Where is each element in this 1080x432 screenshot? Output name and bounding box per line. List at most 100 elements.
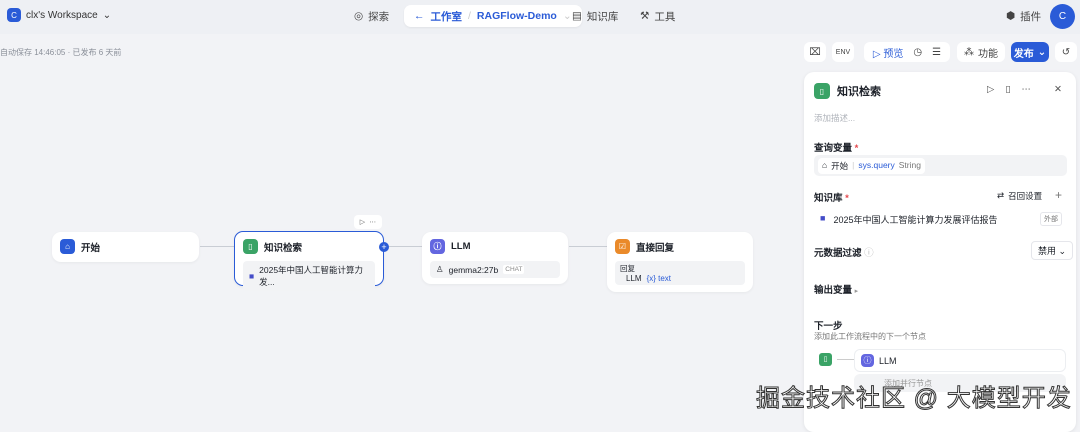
- nav-knowledge[interactable]: ▤ 知识库: [572, 6, 618, 26]
- env-button[interactable]: ENV: [832, 42, 854, 62]
- chevron-right-icon: ▸: [854, 288, 859, 295]
- checklist-icon: ⌧: [809, 46, 821, 58]
- metadata-label: 元数据过滤: [814, 248, 862, 259]
- add-dataset-icon[interactable]: +: [1055, 188, 1062, 202]
- workspace-name: clx's Workspace: [26, 9, 98, 21]
- output-label: 输出变量: [814, 285, 853, 296]
- node-title: 直接回复: [636, 242, 675, 254]
- node-knowledge-retrieval[interactable]: ▯ 知识检索 ■ 2025年中国人工智能计算力发... +: [234, 231, 389, 291]
- query-node: 开始: [831, 161, 849, 171]
- nav-explore-label: 探索: [368, 10, 390, 23]
- recall-label: 召回设置: [1008, 191, 1043, 201]
- book-icon: ▯: [243, 239, 258, 254]
- add-node-icon[interactable]: +: [379, 242, 389, 252]
- breadcrumb-app[interactable]: RAGFlow-Demo: [477, 10, 557, 22]
- breadcrumb: ← 工作室 / RAGFlow-Demo ⌄: [404, 5, 582, 27]
- more-icon[interactable]: ⋯: [369, 218, 376, 226]
- preview-label: 预览: [883, 48, 904, 60]
- book-icon: ▤: [572, 10, 582, 22]
- breadcrumb-studio[interactable]: 工作室: [431, 9, 463, 24]
- features-label: 功能: [978, 48, 998, 60]
- folder-icon: ■: [820, 213, 826, 223]
- query-var: sys.query: [858, 160, 895, 170]
- dataset-name: 2025年中国人工智能计算力发展评估报告: [833, 215, 998, 225]
- book-icon: ▯: [814, 83, 830, 99]
- panel-title: 知识检索: [837, 86, 881, 98]
- node-toolbar: ▷ ⋯: [354, 215, 382, 229]
- edge: [384, 246, 422, 247]
- back-arrow-icon[interactable]: ←: [414, 10, 425, 22]
- description-input[interactable]: 添加描述...: [814, 112, 855, 124]
- next-step-label: 下一步: [814, 321, 843, 332]
- sliders-icon: ⇄: [997, 190, 1005, 200]
- book-icon: ▯: [819, 353, 832, 366]
- query-variable-field[interactable]: ⌂ 开始 | sys.query String: [814, 155, 1067, 176]
- history-icon: ↺: [1061, 46, 1071, 58]
- panel-actions: ▷ ▯ ⋯ ✕: [987, 84, 1062, 95]
- dataset-item[interactable]: ■ 2025年中国人工智能计算力发展评估报告: [820, 213, 997, 226]
- next-node-llm[interactable]: ⓘ LLM: [854, 349, 1066, 372]
- top-bar: C clx's Workspace ⌄ ◎ 探索 ← 工作室 / RAGFlow-D…: [0, 0, 1080, 34]
- dataset-tag: 外部: [1040, 212, 1062, 226]
- docs-icon[interactable]: ▯: [1005, 84, 1010, 95]
- chevron-down-icon[interactable]: ⌄: [563, 10, 572, 22]
- node-start[interactable]: ⌂ 开始: [52, 232, 199, 262]
- output-variables-toggle[interactable]: 输出变量 ▸: [814, 282, 858, 296]
- nav-explore[interactable]: ◎ 探索: [354, 6, 389, 26]
- llm-icon: ⓘ: [430, 239, 445, 254]
- checklist-button[interactable]: ⌧: [804, 42, 826, 62]
- node-answer[interactable]: ☑ 直接回复 回复 LLM {x} text: [607, 232, 753, 292]
- help-icon[interactable]: ⓘ: [864, 248, 874, 259]
- chevron-down-icon: ⌄: [1037, 46, 1047, 58]
- close-icon[interactable]: ✕: [1054, 84, 1062, 95]
- compass-icon: ◎: [354, 10, 364, 22]
- play-icon[interactable]: ▷: [360, 218, 365, 226]
- nav-tools[interactable]: ⚒ 工具: [640, 6, 675, 26]
- workspace-switcher[interactable]: C clx's Workspace ⌄: [7, 8, 111, 22]
- query-variable-label: 查询变量: [814, 143, 853, 154]
- features-icon: ⁂: [964, 46, 974, 58]
- save-status: 自动保存 14:46:05 · 已发布 6 天前: [0, 48, 122, 57]
- edge: [200, 246, 234, 247]
- hammer-icon: ⚒: [640, 10, 650, 22]
- features-button[interactable]: ⁂ 功能: [957, 42, 1005, 62]
- nav-tools-label: 工具: [654, 10, 676, 23]
- next-step-desc: 添加此工作流程中的下一个节点: [814, 332, 926, 341]
- cube-icon: ⬢: [1006, 10, 1016, 22]
- nav-plugins[interactable]: ⬢ 插件: [1006, 6, 1041, 26]
- workspace-avatar: C: [7, 8, 21, 22]
- watermark: 掘金技术社区 @ 大模型开发: [756, 385, 1072, 413]
- preview-button[interactable]: ▷ 预览: [873, 45, 903, 60]
- breadcrumb-separator: /: [468, 10, 471, 22]
- node-llm[interactable]: ⓘ LLM ♙ gemma2:27b CHAT: [422, 232, 568, 284]
- user-avatar[interactable]: C: [1050, 4, 1075, 29]
- more-icon[interactable]: ⋯: [1022, 84, 1032, 95]
- model-icon: ♙: [436, 264, 444, 274]
- nav-plugins-label: 插件: [1020, 10, 1042, 23]
- query-type: String: [898, 160, 921, 170]
- home-icon: ⌂: [822, 160, 828, 170]
- history-button[interactable]: ↺: [1055, 42, 1077, 62]
- dataset-name: 2025年中国人工智能计算力发...: [259, 265, 364, 287]
- recall-settings-button[interactable]: ⇄ 召回设置: [997, 190, 1042, 202]
- metadata-value: 禁用: [1038, 246, 1057, 256]
- edge: [837, 359, 855, 360]
- metadata-select[interactable]: 禁用 ⌄: [1031, 241, 1074, 260]
- edge: [569, 246, 607, 247]
- home-icon: ⌂: [60, 239, 75, 254]
- node-title: LLM: [451, 241, 471, 252]
- preview-group: ▷ 预览 ◷ ☰: [864, 42, 950, 62]
- reply-icon: ☑: [615, 239, 630, 254]
- chevron-down-icon: ⌄: [102, 9, 112, 21]
- answer-source: LLM: [626, 274, 642, 283]
- model-name: gemma2:27b: [448, 264, 499, 275]
- node-title: 知识检索: [264, 242, 303, 254]
- play-icon[interactable]: ▷: [987, 84, 994, 95]
- nav-knowledge-label: 知识库: [586, 10, 619, 23]
- publish-button[interactable]: 发布 ⌄: [1011, 42, 1049, 62]
- folder-icon: ■: [249, 271, 255, 281]
- list-icon[interactable]: ☰: [932, 47, 941, 58]
- knowledge-label: 知识库: [814, 193, 843, 204]
- node-title: 开始: [81, 242, 101, 254]
- run-history-icon[interactable]: ◷: [913, 47, 922, 58]
